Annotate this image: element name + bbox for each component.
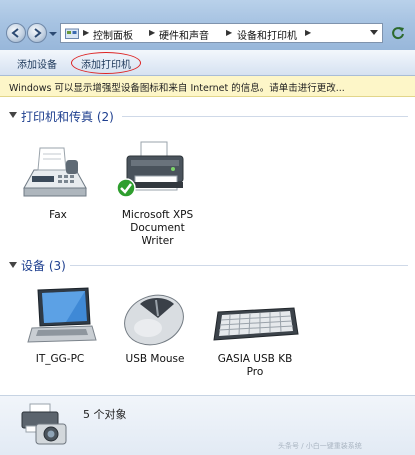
navigation-bar: ▶ 控制面板 ▶ 硬件和声音 ▶ 设备和打印机 ▶	[0, 0, 415, 50]
back-button[interactable]	[6, 23, 26, 43]
default-check-icon	[116, 178, 136, 198]
breadcrumb-separator-icon[interactable]: ▶	[226, 28, 232, 37]
breadcrumb-separator-icon[interactable]: ▶	[305, 28, 311, 37]
section-title-printers[interactable]: 打印机和传真 (2)	[21, 108, 114, 125]
device-label-keyboard[interactable]: GASIA USB KB Pro	[212, 353, 298, 379]
collapse-arrow-icon[interactable]	[9, 261, 17, 269]
add-device-button[interactable]: 添加设备	[17, 56, 57, 71]
breadcrumb-control-panel[interactable]: 控制面板	[93, 27, 133, 42]
fax-icon[interactable]	[20, 140, 92, 202]
xps-printer-icon[interactable]	[113, 138, 193, 202]
highlight-circle-annotation	[71, 52, 141, 74]
section-title-devices[interactable]: 设备 (3)	[21, 257, 66, 274]
breadcrumb-separator-icon[interactable]: ▶	[149, 28, 155, 37]
laptop-icon[interactable]	[26, 284, 98, 348]
breadcrumb-devices-printers[interactable]: 设备和打印机	[237, 27, 297, 42]
section-divider	[70, 265, 408, 266]
device-label-mouse[interactable]: USB Mouse	[115, 353, 195, 366]
mouse-icon[interactable]	[118, 290, 190, 350]
printer-camera-icon	[21, 403, 67, 445]
device-label-laptop[interactable]: IT_GG-PC	[20, 353, 100, 366]
refresh-icon[interactable]	[388, 24, 408, 42]
keyboard-icon[interactable]	[210, 306, 300, 346]
section-divider	[122, 116, 408, 117]
device-label-fax[interactable]: Fax	[18, 209, 98, 222]
info-bar[interactable]: Windows 可以显示增强型设备图标和来自 Internet 的信息。请单击进…	[0, 76, 415, 97]
device-label-xps-writer[interactable]: Microsoft XPS Document Writer	[110, 209, 205, 248]
forward-button[interactable]	[27, 23, 47, 43]
item-count-text: 5 个对象	[83, 408, 127, 421]
breadcrumb-separator-icon[interactable]: ▶	[83, 28, 89, 37]
recent-pages-dropdown-icon[interactable]	[48, 30, 58, 38]
control-panel-icon	[65, 28, 79, 39]
address-dropdown-icon[interactable]	[370, 30, 378, 36]
collapse-arrow-icon[interactable]	[9, 111, 17, 119]
back-arrow-icon	[11, 28, 19, 38]
watermark-text: 头条号 / 小白一键重装系统	[278, 442, 362, 450]
info-bar-message: Windows 可以显示增强型设备图标和来自 Internet 的信息。请单击进…	[9, 83, 345, 94]
breadcrumb-hardware-sound[interactable]: 硬件和声音	[159, 27, 209, 42]
address-bar[interactable]: ▶ 控制面板 ▶ 硬件和声音 ▶ 设备和打印机 ▶	[60, 23, 383, 43]
command-bar: 添加设备 添加打印机	[0, 50, 415, 76]
forward-arrow-icon	[34, 28, 42, 38]
